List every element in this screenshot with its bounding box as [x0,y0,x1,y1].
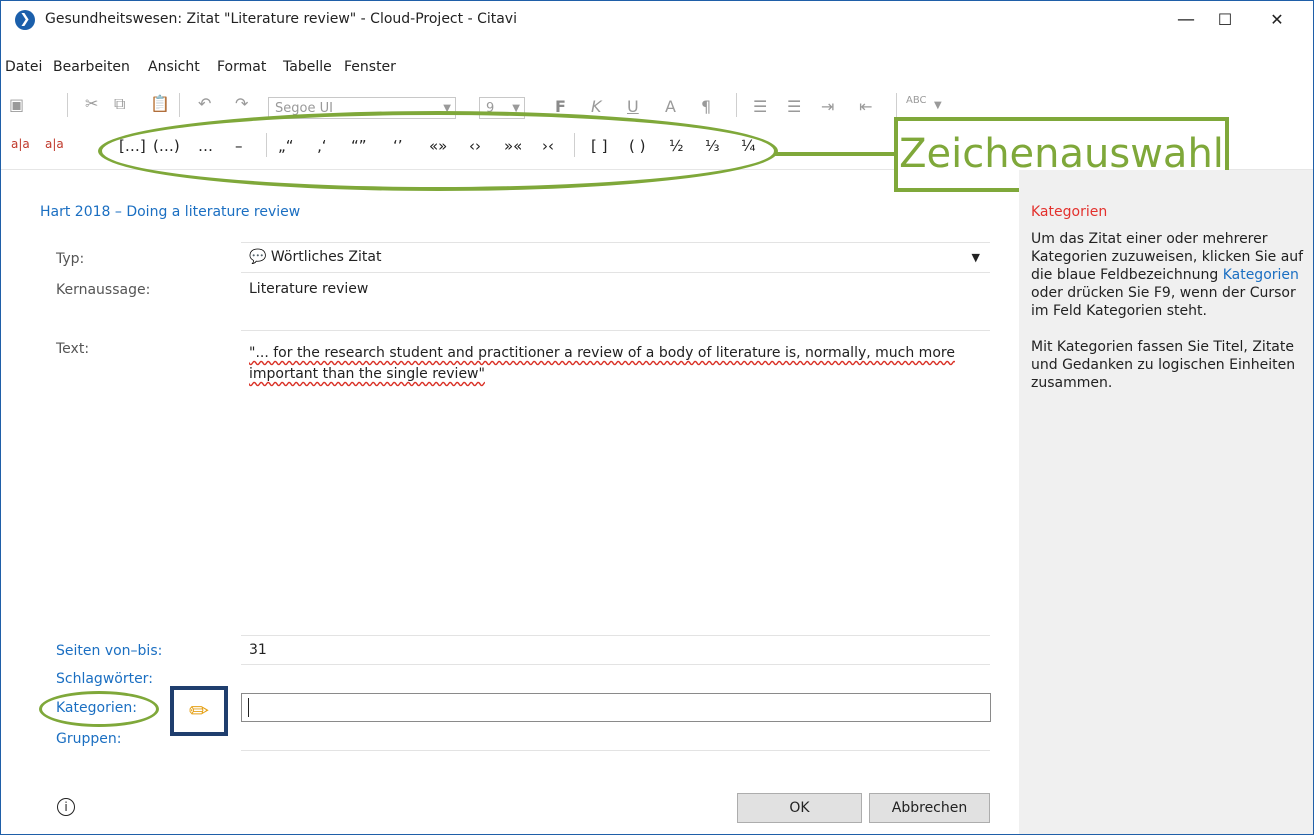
sidebar-text: oder drücken Sie F9, wenn der Cursor im … [1031,285,1296,319]
menu-fenster[interactable]: Fenster [344,59,396,75]
keywords-label[interactable]: Schlagwörter: [56,671,153,687]
title-bar: ❯ Gesundheitswesen: Zitat "Literature re… [1,1,1313,41]
copy-icon[interactable]: ⧉ [114,94,125,114]
chevron-down-icon[interactable]: ▼ [972,251,980,264]
menu-format[interactable]: Format [217,59,266,75]
pages-field[interactable]: 31 [241,635,990,664]
divider [241,750,990,751]
quote-text-value: "... for the research student and practi… [249,345,955,382]
menu-bar: Datei Bearbeiten Ansicht Format Tabelle … [1,57,1313,81]
citavi-logo-icon: ❯ [15,10,35,30]
callout-connector [775,152,895,156]
core-statement-field[interactable]: Literature review [241,272,990,330]
reference-link[interactable]: Hart 2018 – Doing a literature review [40,204,300,220]
text-cursor [248,698,249,717]
bullet-list-icon[interactable]: ☰ [753,97,767,116]
ok-button[interactable]: OK [737,793,862,823]
sidebar-categories-link[interactable]: Kategorien [1223,267,1299,283]
chevron-down-icon[interactable]: ▼ [934,100,942,111]
sidebar-text: Mit Kategorien fassen Sie Titel, Zitate … [1031,339,1296,391]
sidebar-title: Kategorien [1031,204,1108,220]
menu-datei[interactable]: Datei [5,59,42,75]
menu-tabelle[interactable]: Tabelle [283,59,332,75]
redo-icon[interactable]: ↷ [235,94,248,113]
sidebar-help-text: Um das Zitat einer oder mehrerer Kategor… [1031,230,1307,392]
paste-icon[interactable]: 📋 [150,94,170,113]
info-icon[interactable]: i [57,798,75,816]
toolbar-separator [896,93,897,117]
menu-bearbeiten[interactable]: Bearbeiten [53,59,130,75]
text-label: Text: [56,341,90,357]
spellcheck-button[interactable]: ABC [906,95,927,106]
core-statement-value: Literature review [249,281,369,297]
quote-icon: 💬 [249,249,267,265]
categories-label[interactable]: Kategorien: [56,700,137,716]
char-button[interactable]: a|a [45,137,64,151]
window-title: Gesundheitswesen: Zitat "Literature revi… [45,11,517,27]
paragraph-icon[interactable]: ¶ [701,97,711,116]
underline-button[interactable]: U [627,97,639,116]
maximize-button[interactable]: ☐ [1205,7,1245,33]
categories-input[interactable] [241,693,991,722]
cancel-button[interactable]: Abbrechen [869,793,990,823]
format-toolbar: ▣ ✂ ⧉ 📋 ↶ ↷ [1,87,1313,121]
citavi-window: ❯ Gesundheitswesen: Zitat "Literature re… [0,0,1314,835]
outdent-icon[interactable]: ⇤ [859,97,872,116]
quote-text-field[interactable]: "... for the research student and practi… [241,330,990,635]
close-button[interactable]: ✕ [1257,7,1297,33]
type-value: Wörtliches Zitat [270,249,382,265]
keywords-field[interactable] [241,664,990,693]
cut-icon[interactable]: ✂ [85,94,98,113]
italic-button[interactable]: K [591,97,602,116]
type-select[interactable]: 💬 Wörtliches Zitat ▼ [241,242,990,272]
character-toolbar-highlight [98,111,778,191]
save-icon[interactable]: ▣ [9,95,24,114]
type-label: Typ: [56,251,85,267]
undo-icon[interactable]: ↶ [198,94,211,113]
indent-icon[interactable]: ⇥ [821,97,834,116]
toolbar-separator [179,93,180,117]
core-statement-label: Kernaussage: [56,282,151,298]
groups-label[interactable]: Gruppen: [56,731,121,747]
pages-label[interactable]: Seiten von–bis: [56,643,162,659]
font-color-button[interactable]: A [665,97,676,116]
pages-value: 31 [249,642,267,658]
numbered-list-icon[interactable]: ☰ [787,97,801,116]
minimize-button[interactable]: — [1166,7,1206,33]
toolbar-separator [736,93,737,117]
char-button[interactable]: a|a [11,137,30,151]
pencil-icon[interactable]: ✏ [170,686,228,736]
menu-ansicht[interactable]: Ansicht [148,59,200,75]
toolbar-separator [67,93,68,117]
